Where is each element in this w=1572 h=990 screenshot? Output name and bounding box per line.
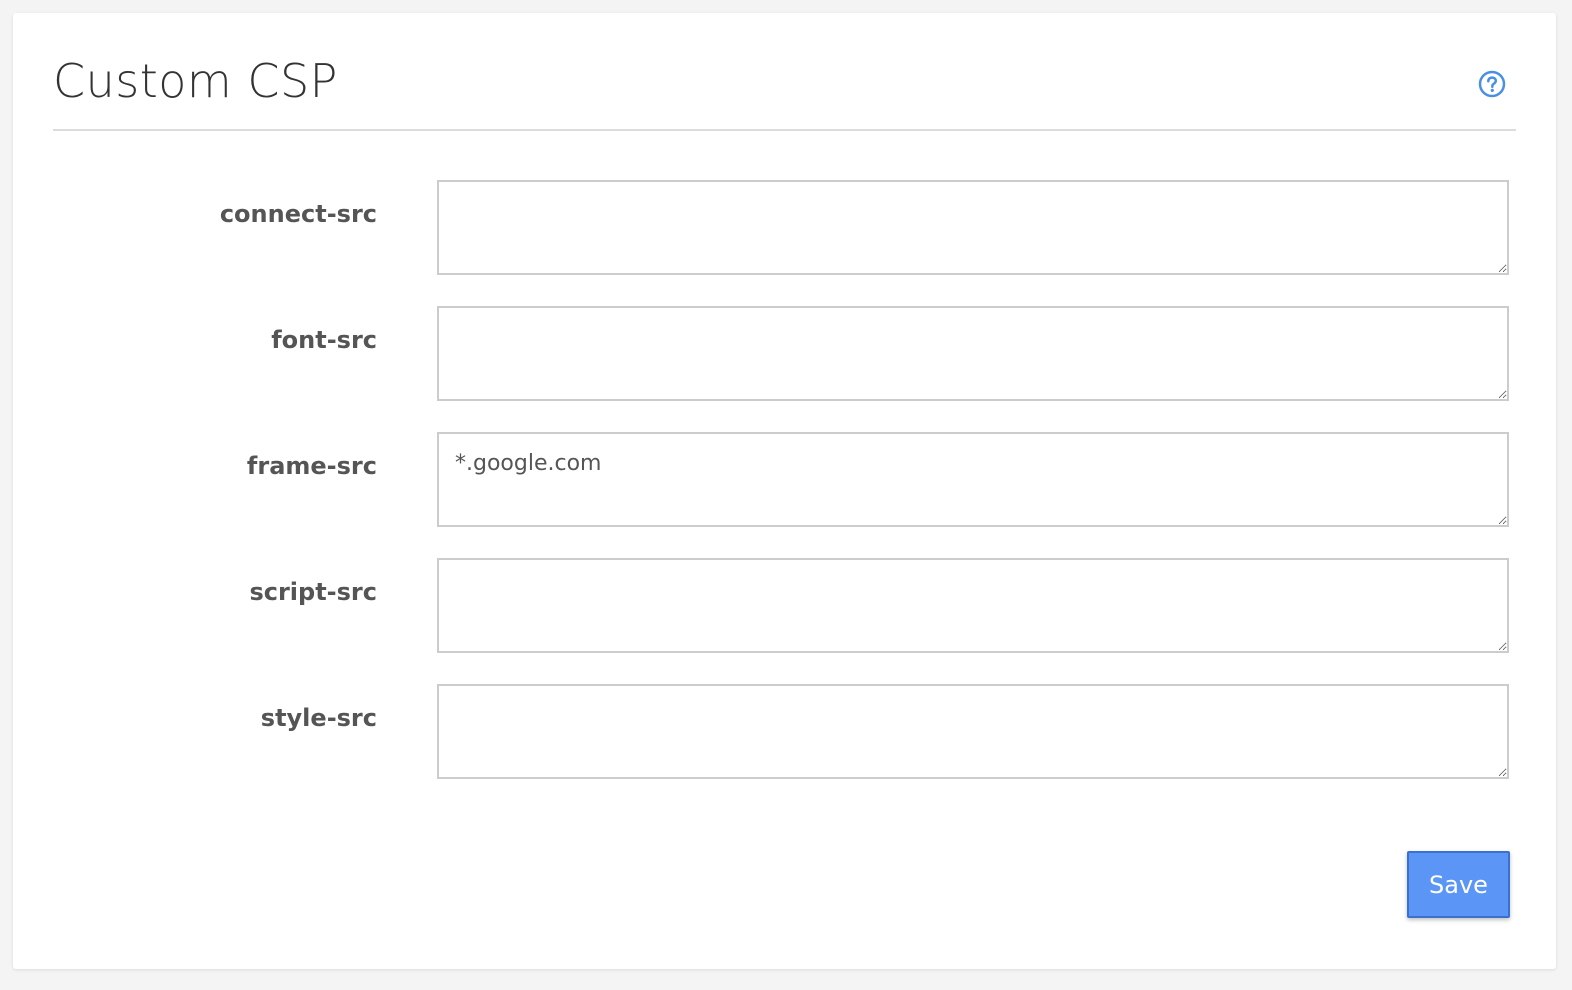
page-title: Custom CSP [53,54,338,108]
script-src-textarea[interactable] [437,558,1509,653]
save-button[interactable]: Save [1407,851,1510,918]
style-src-textarea[interactable] [437,684,1509,779]
frame-src-textarea[interactable]: *.google.com [437,432,1509,527]
field-row-style-src: style-src [13,684,1556,780]
script-src-label: script-src [249,578,377,606]
custom-csp-panel: Custom CSP connect-src font-src frame-sr… [13,13,1556,969]
field-row-frame-src: frame-src *.google.com [13,432,1556,528]
panel-header: Custom CSP [53,13,1516,131]
help-icon[interactable] [1478,70,1506,98]
field-row-font-src: font-src [13,306,1556,402]
font-src-label: font-src [271,326,377,354]
font-src-textarea[interactable] [437,306,1509,401]
style-src-label: style-src [260,704,377,732]
field-row-script-src: script-src [13,558,1556,654]
connect-src-label: connect-src [219,200,377,228]
field-row-connect-src: connect-src [13,180,1556,276]
connect-src-textarea[interactable] [437,180,1509,275]
frame-src-label: frame-src [246,452,377,480]
